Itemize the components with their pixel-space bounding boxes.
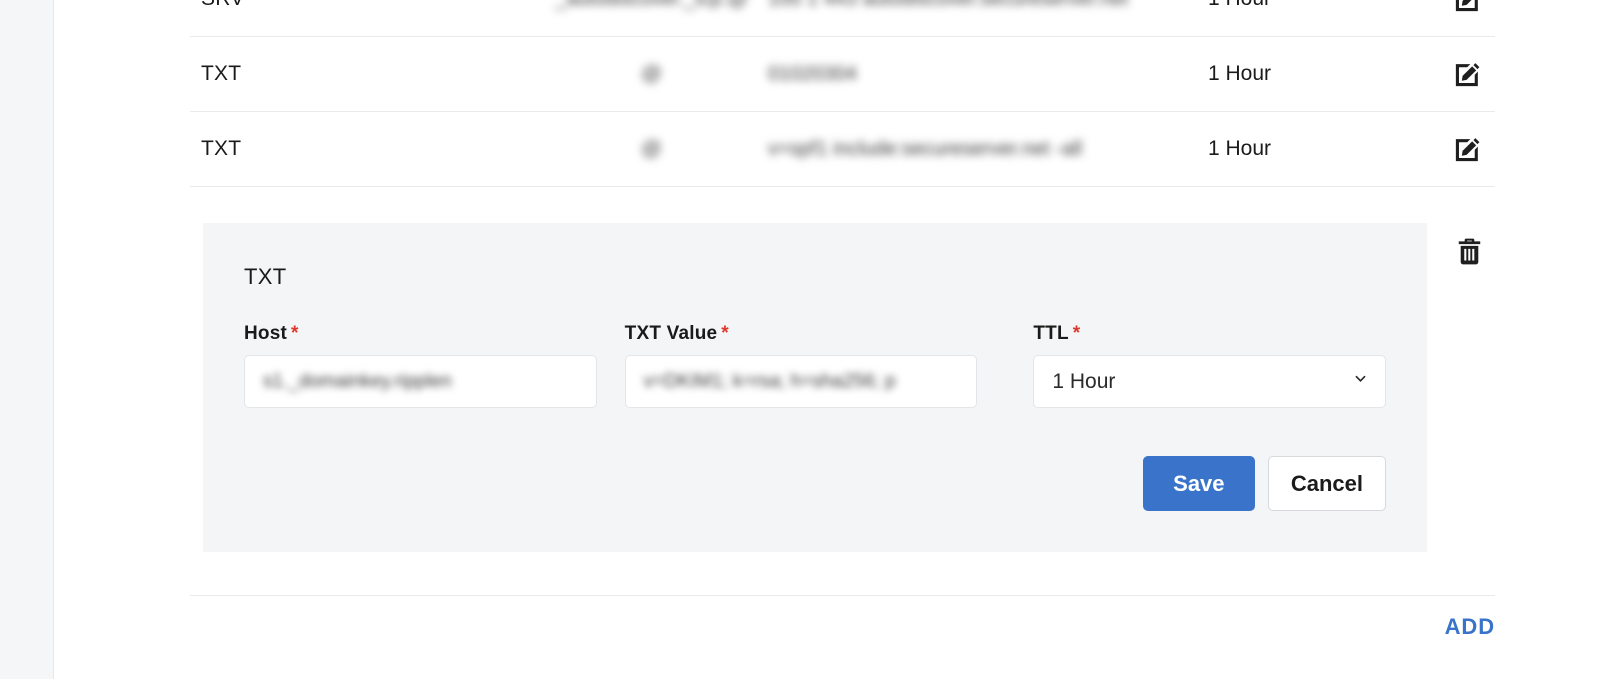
left-rail	[0, 0, 54, 679]
host-field-group: Host * s1._domainkey.ripplen	[244, 323, 597, 408]
txt-value-input-value: v=DKIM1; k=rsa; h=sha256; p	[643, 370, 896, 392]
record-value-cell: v=spf1 include:secureserver.net -all	[768, 138, 1208, 161]
txt-value-required-asterisk: *	[721, 323, 729, 344]
ttl-label-text: TTL	[1033, 323, 1069, 344]
table-row[interactable]: TXT @ v=spf1 include:secureserver.net -a…	[190, 112, 1495, 187]
txt-value-input[interactable]: v=DKIM1; k=rsa; h=sha256; p	[624, 355, 978, 408]
ttl-select-wrapper: 1 Hour	[1033, 355, 1387, 408]
host-input[interactable]: s1._domainkey.ripplen	[244, 355, 597, 408]
record-value-text: v=spf1 include:secureserver.net -all	[768, 137, 1083, 160]
edit-panel-actions: Save Cancel	[1142, 456, 1386, 511]
record-value-cell: 01020304	[768, 63, 1208, 86]
dns-records-table: SRV _autodiscover._tcp.@ 100 1 443 autod…	[190, 0, 1495, 187]
host-input-value: s1._domainkey.ripplen	[263, 370, 452, 392]
record-value-text: 100 1 443 autodiscover.secureserver.net	[768, 0, 1128, 10]
ttl-field-group: TTL * 1 Hour	[1033, 323, 1387, 408]
record-ttl-cell: 1 Hour	[1208, 0, 1393, 11]
record-host-value: @	[641, 62, 662, 85]
footer-divider	[190, 595, 1495, 596]
dns-records-page: SRV _autodiscover._tcp.@ 100 1 443 autod…	[0, 0, 1600, 679]
record-host-cell: @	[535, 138, 768, 161]
ttl-required-asterisk: *	[1072, 323, 1081, 344]
edit-pencil-square-icon[interactable]	[1450, 0, 1484, 16]
add-record-link[interactable]: ADD	[1445, 614, 1495, 640]
edit-pencil-square-icon[interactable]	[1450, 57, 1484, 91]
table-row[interactable]: TXT @ 01020304 1 Hour	[190, 37, 1495, 112]
record-actions-cell	[1393, 0, 1495, 16]
record-ttl-cell: 1 Hour	[1208, 62, 1272, 85]
save-button[interactable]: Save	[1142, 456, 1255, 511]
record-host-value: _autodiscover._tcp.@	[555, 0, 748, 11]
record-type-cell: TXT	[201, 137, 242, 160]
txt-value-field-label: TXT Value *	[625, 323, 978, 345]
record-actions-cell	[1393, 132, 1495, 166]
record-ttl-cell: 1 Hour	[1208, 137, 1272, 160]
record-value-text: 01020304	[768, 62, 857, 85]
record-actions-cell	[1393, 57, 1495, 91]
edit-panel-fields: Host * s1._domainkey.ripplen TXT Value * v…	[244, 323, 1387, 408]
edit-pencil-square-icon[interactable]	[1450, 132, 1484, 166]
record-type-cell: TXT	[201, 62, 242, 85]
record-host-cell: @	[535, 63, 768, 86]
trash-can-icon[interactable]	[1452, 234, 1486, 268]
record-type-cell: SRV	[190, 0, 535, 11]
record-edit-panel: TXT Host * s1._domainkey.ripplen TXT Valu…	[203, 223, 1427, 552]
ttl-selected-value: 1 Hour	[1052, 369, 1116, 393]
edit-panel-record-type: TXT	[244, 264, 287, 289]
txt-value-label-text: TXT Value	[624, 323, 718, 344]
ttl-select[interactable]: 1 Hour	[1033, 355, 1387, 408]
host-label-text: Host	[244, 323, 288, 344]
ttl-field-label: TTL *	[1033, 323, 1386, 345]
record-value-cell: 100 1 443 autodiscover.secureserver.net	[768, 0, 1208, 11]
record-host-value: @	[641, 137, 662, 160]
cancel-button[interactable]: Cancel	[1267, 456, 1386, 511]
host-required-asterisk: *	[291, 323, 299, 344]
host-field-label: Host *	[244, 323, 597, 345]
txt-value-field-group: TXT Value * v=DKIM1; k=rsa; h=sha256; p	[624, 323, 978, 408]
record-host-cell: _autodiscover._tcp.@	[535, 0, 768, 11]
table-row[interactable]: SRV _autodiscover._tcp.@ 100 1 443 autod…	[190, 0, 1495, 37]
